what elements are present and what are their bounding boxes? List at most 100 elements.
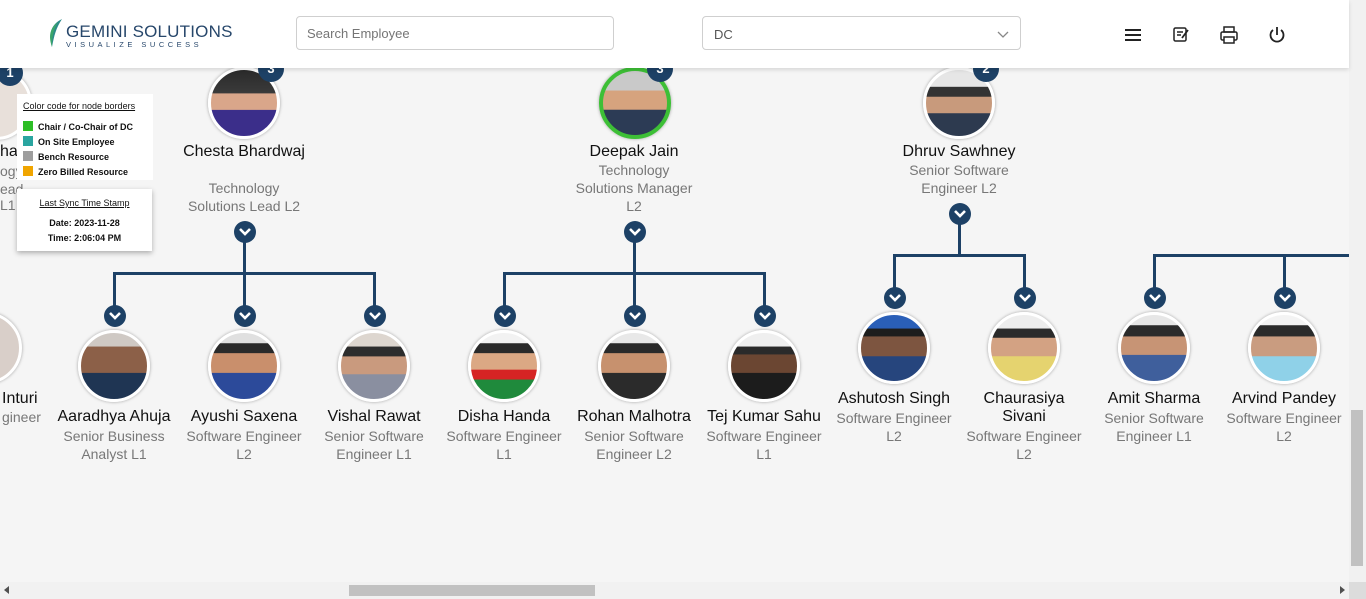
horizontal-scrollbar[interactable] <box>0 582 1349 599</box>
swatch-icon <box>23 151 33 161</box>
legend-item: Chair / Co-Chair of DC <box>23 121 133 132</box>
connector <box>1283 254 1286 290</box>
employee-card[interactable]: Chaurasiya Sivani Software Engineer L2 <box>959 312 1089 462</box>
connector <box>243 242 246 274</box>
avatar <box>858 312 930 384</box>
print-icon[interactable] <box>1219 25 1239 45</box>
employee-card[interactable]: Amit Sharma Senior Software Engineer L1 <box>1089 312 1219 447</box>
employee-search-input[interactable] <box>296 16 614 50</box>
avatar <box>208 330 280 402</box>
employee-card[interactable]: Arvind Pandey Software Engineer L2 <box>1219 312 1349 447</box>
dc-select-value: DC <box>714 27 733 42</box>
logo-brand-text: GEMINI SOLUTIONS <box>66 22 233 41</box>
avatar <box>1118 312 1190 384</box>
employee-card[interactable]: Vishal Rawat Senior Software Engineer L1 <box>309 330 439 465</box>
logo-leaf-icon <box>50 19 62 47</box>
avatar <box>78 330 150 402</box>
legend-item: Zero Billed Resource <box>23 166 128 177</box>
employee-name: Dhruv Sawhney <box>902 143 1016 160</box>
connector <box>633 272 636 308</box>
avatar <box>338 330 410 402</box>
sync-title: Last Sync Time Stamp <box>39 198 130 208</box>
employee-name: Chesta Bhardwaj <box>183 143 305 160</box>
employee-title: Technology Solutions Lead L2 <box>187 180 301 214</box>
employee-card[interactable]: Aaradhya Ahuja Senior Business Analyst L… <box>49 330 179 465</box>
scrollbar-corner <box>1349 582 1366 599</box>
expand-toggle-icon[interactable] <box>884 287 906 309</box>
employee-card[interactable]: Ashutosh Singh Software Engineer L2 <box>829 312 959 447</box>
connector <box>1153 254 1156 290</box>
connector <box>1023 254 1026 290</box>
expand-toggle-icon[interactable] <box>1274 287 1296 309</box>
expand-toggle-icon[interactable] <box>364 305 386 327</box>
report-icon[interactable] <box>1171 25 1191 45</box>
sync-date: Date: 2023-11-28 <box>49 218 120 228</box>
employee-title: Senior Software Engineer L1 <box>1104 410 1204 444</box>
company-logo[interactable]: GEMINI SOLUTIONS VISUALIZE SUCCESS <box>46 17 232 51</box>
expand-toggle-icon[interactable] <box>1014 287 1036 309</box>
sync-time: Time: 2:06:04 PM <box>47 233 122 243</box>
horizontal-scroll-thumb[interactable] <box>349 585 595 596</box>
manager-card[interactable]: 2 Dhruv Sawhney Senior Software Engineer… <box>894 56 1024 224</box>
logo-tagline: VISUALIZE SUCCESS <box>66 40 203 49</box>
employee-title: Software Engineer L2 <box>836 410 952 444</box>
employee-title: Senior Software Engineer L2 <box>584 428 684 462</box>
connector <box>243 272 246 308</box>
employee-name: Chaurasiya Sivani <box>983 390 1065 425</box>
chevron-down-icon <box>997 31 1009 38</box>
expand-toggle-icon[interactable] <box>1144 287 1166 309</box>
employee-title: Senior Software Engineer L1 <box>324 428 424 462</box>
scroll-right-icon[interactable] <box>1340 586 1345 594</box>
manager-card[interactable]: 3 Deepak Jain Technology Solutions Manag… <box>569 56 699 234</box>
org-chart-canvas[interactable]: 1 ha ogy ead L1 Inturi gineer 3 Chesta B… <box>0 0 1349 582</box>
legend-item: On Site Employee <box>23 136 115 147</box>
legend-item: Bench Resource <box>23 151 109 162</box>
connector <box>503 272 506 308</box>
employee-card[interactable]: Rohan Malhotra Senior Software Engineer … <box>569 330 699 465</box>
expand-toggle-icon[interactable] <box>624 305 646 327</box>
employee-card[interactable]: Ayushi Saxena Software Engineer L2 <box>179 330 309 465</box>
avatar <box>468 330 540 402</box>
vertical-scroll-thumb[interactable] <box>1351 410 1363 566</box>
vertical-scrollbar[interactable] <box>1349 0 1366 582</box>
connector <box>633 242 636 274</box>
swatch-icon <box>23 136 33 146</box>
connector <box>763 272 766 308</box>
employee-title: Technology Solutions Manager L2 <box>575 162 693 214</box>
employee-title: Senior Business Analyst L1 <box>63 428 165 462</box>
employee-name: Arvind Pandey <box>1231 390 1337 407</box>
expand-toggle-icon[interactable] <box>234 305 256 327</box>
sync-timestamp-box: Last Sync Time Stamp Date: 2023-11-28 Ti… <box>17 189 152 251</box>
connector <box>893 254 1026 257</box>
expand-toggle-icon[interactable] <box>754 305 776 327</box>
connector <box>113 272 116 308</box>
app-header: GEMINI SOLUTIONS VISUALIZE SUCCESS DC <box>0 0 1349 68</box>
employee-title: Software Engineer L1 <box>706 428 822 462</box>
employee-title: Software Engineer L2 <box>1226 410 1342 444</box>
connector <box>1153 254 1349 257</box>
employee-title: Software Engineer L2 <box>966 428 1082 462</box>
employee-title: Senior Software Engineer L2 <box>909 162 1009 196</box>
power-icon[interactable] <box>1267 25 1287 45</box>
expand-toggle-icon[interactable] <box>104 305 126 327</box>
expand-toggle-icon[interactable] <box>494 305 516 327</box>
employee-name: ha <box>0 143 18 160</box>
avatar <box>0 312 22 384</box>
connector <box>373 272 376 308</box>
employee-name: Inturi <box>2 390 38 407</box>
expand-toggle-icon[interactable] <box>949 203 971 225</box>
expand-toggle-icon[interactable] <box>624 221 646 243</box>
expand-toggle-icon[interactable] <box>234 221 256 243</box>
connector <box>958 224 961 256</box>
manager-card[interactable]: 3 Chesta Bhardwaj Technology Solutions L… <box>179 56 309 234</box>
connector <box>893 254 896 290</box>
legend-title: Color code for node borders <box>23 101 136 111</box>
scroll-left-icon[interactable] <box>4 586 9 594</box>
employee-title: Software Engineer L1 <box>446 428 562 462</box>
avatar <box>1248 312 1320 384</box>
employee-title: Software Engineer L2 <box>186 428 302 462</box>
employee-card[interactable]: Disha Handa Software Engineer L1 <box>439 330 569 465</box>
dc-select[interactable]: DC <box>702 16 1021 50</box>
menu-icon[interactable] <box>1123 25 1143 45</box>
border-color-legend: Color code for node borders Chair / Co-C… <box>17 94 153 180</box>
